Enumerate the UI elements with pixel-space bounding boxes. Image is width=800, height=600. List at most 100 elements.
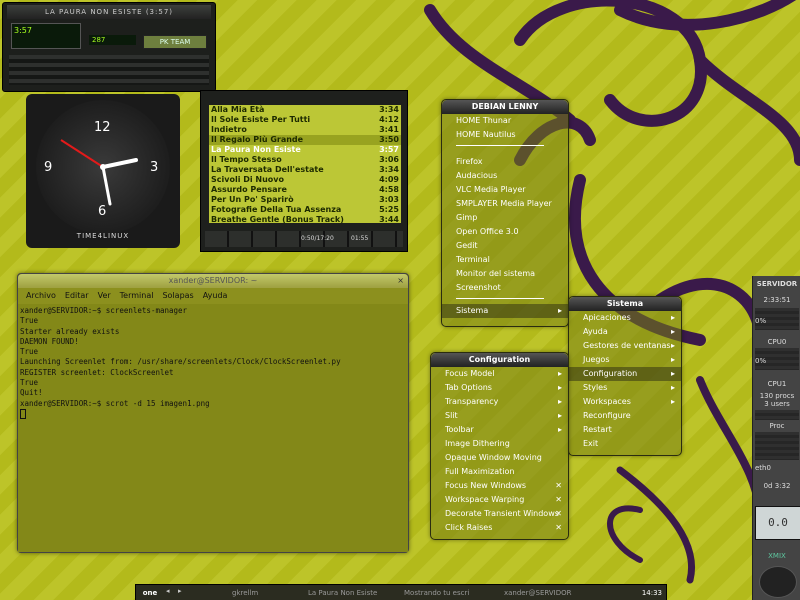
configuration-menu-item[interactable]: Tab Options ▸ xyxy=(431,381,568,395)
terminal-titlebar[interactable]: xander@SERVIDOR: ~ × xyxy=(18,274,408,288)
playlist-track-row[interactable]: Il Regalo Più Grande 3:50 xyxy=(209,135,401,145)
configuration-menu-item[interactable]: Toolbar ▸ xyxy=(431,423,568,437)
debian-root-menu[interactable]: DEBIAN LENNY HOME Thunar HOME Nautilus Fir… xyxy=(441,99,569,327)
debian-menu-item[interactable]: VLC Media Player xyxy=(442,183,568,197)
configuration-menu-item[interactable]: Transparency ▸ xyxy=(431,395,568,409)
track-duration: 4:09 xyxy=(379,175,399,184)
playlist-track-row[interactable]: Alla Mia Età 3:34 xyxy=(209,105,401,115)
audacious-time-display: 3:57 xyxy=(11,23,81,49)
menu-item-label: Focus New Windows xyxy=(445,481,527,490)
sistema-menu-item[interactable]: Apicaciones ▸ xyxy=(569,311,681,325)
menu-item-label: Gimp xyxy=(456,213,478,222)
clock-screenlet[interactable]: 12 3 6 9 TIME4LINUX xyxy=(26,94,180,248)
audacious-equalizer-bars[interactable] xyxy=(9,55,209,85)
playlist-footer-pos: 01:55 xyxy=(351,235,369,242)
sistema-menu-item[interactable]: Juegos ▸ xyxy=(569,353,681,367)
configuration-menu-item[interactable]: Focus Model ▸ xyxy=(431,367,568,381)
playlist-track-row[interactable]: Indietro 3:41 xyxy=(209,125,401,135)
sistema-menu-item[interactable]: Workspaces ▸ xyxy=(569,395,681,409)
gkrellm-cpu0-label: CPU0 xyxy=(767,338,787,346)
terminal-window[interactable]: xander@SERVIDOR: ~ × Archivo Editar Ver Ter… xyxy=(17,273,409,553)
debian-menu-item[interactable]: Gimp xyxy=(442,211,568,225)
taskbar-task-audacious[interactable]: La Paura Non Esiste xyxy=(296,586,386,600)
sistema-menu-item[interactable]: Gestores de ventanas ▸ xyxy=(569,339,681,353)
terminal-line: REGISTER screenlet: ClockScreenlet xyxy=(20,367,174,377)
volume-knob-icon[interactable] xyxy=(759,566,797,598)
configuration-menu-item[interactable]: Opaque Window Moving xyxy=(431,451,568,465)
playlist-controls[interactable]: 0:50/17:20 01:55 xyxy=(205,231,403,247)
debian-menu-item[interactable]: Open Office 3.0 xyxy=(442,225,568,239)
debian-menu-item[interactable]: Audacious xyxy=(442,169,568,183)
terminal-menu-item[interactable]: Ayuda xyxy=(203,288,228,304)
sistema-menu-item[interactable]: Configuration ▸ xyxy=(569,367,681,381)
terminal-menu-item[interactable]: Terminal xyxy=(120,288,154,304)
playlist-track-row[interactable]: Scivoli Di Nuovo 4:09 xyxy=(209,175,401,185)
audacious-title[interactable]: LA PAURA NON ESISTE (3:57) xyxy=(7,5,211,19)
terminal-menu-item[interactable]: Solapas xyxy=(162,288,193,304)
debian-menu-item[interactable]: Terminal xyxy=(442,253,568,267)
configuration-menu-item[interactable]: Workspace Warping ✕ xyxy=(431,493,568,507)
terminal-output[interactable]: xander@SERVIDOR:~$ screenlets-manager Tru… xyxy=(18,304,408,552)
submenu-arrow-icon: ▸ xyxy=(557,397,562,406)
prev-workspace-icon[interactable]: ◂ xyxy=(166,587,170,595)
configuration-menu-item[interactable]: Image Dithering xyxy=(431,437,568,451)
playlist-track-row[interactable]: Il Sole Esiste Per Tutti 4:12 xyxy=(209,115,401,125)
audacious-preset-button[interactable]: PK TEAM xyxy=(143,35,207,49)
debian-menu-item[interactable]: Screenshot xyxy=(442,281,568,295)
next-workspace-icon[interactable]: ▸ xyxy=(178,587,182,595)
track-title: La Paura Non Esiste xyxy=(211,145,301,154)
debian-menu-title: DEBIAN LENNY xyxy=(442,100,568,114)
playlist-track-row[interactable]: Per Un Po' Sparirò 3:03 xyxy=(209,195,401,205)
track-duration: 3:03 xyxy=(379,195,399,204)
configuration-menu-item[interactable]: Slit ▸ xyxy=(431,409,568,423)
configuration-menu-item[interactable]: Focus New Windows ✕ xyxy=(431,479,568,493)
playlist-track-row[interactable]: Assurdo Pensare 4:58 xyxy=(209,185,401,195)
debian-menu-item-sistema[interactable]: Sistema ▸ xyxy=(442,304,568,318)
taskbar-task-gkrellm[interactable]: gkrellm xyxy=(196,586,286,600)
sistema-menu-item[interactable]: Restart xyxy=(569,423,681,437)
configuration-menu-item[interactable]: Click Raises ✕ xyxy=(431,521,568,535)
close-icon[interactable]: × xyxy=(397,274,404,288)
taskbar: one ◂ ▸ gkrellm La Paura Non Esiste Most… xyxy=(135,584,667,600)
track-title: La Traversata Dell'estate xyxy=(211,165,324,174)
terminal-menu-item[interactable]: Editar xyxy=(65,288,89,304)
sistema-menu-item[interactable]: Ayuda ▸ xyxy=(569,325,681,339)
submenu-arrow-icon: ▸ xyxy=(557,383,562,392)
gkrellm-monitor[interactable]: SERVIDOR 2:33:51 0% CPU0 0% CPU1 130 pro… xyxy=(752,276,800,600)
terminal-menu-item[interactable]: Ver xyxy=(98,288,111,304)
sistema-submenu[interactable]: Sistema Apicaciones ▸ Ayuda ▸ Gestores de ve… xyxy=(568,296,682,456)
playlist-track-list[interactable]: Alla Mia Età 3:34 Il Sole Esiste Per Tutti… xyxy=(209,105,401,225)
menu-item-label: Restart xyxy=(583,425,612,434)
gkrellm-host: SERVIDOR xyxy=(756,280,798,288)
playlist-track-row[interactable]: Breathe Gentle (Bonus Track) 3:44 xyxy=(209,215,401,225)
debian-menu-item[interactable]: Monitor del sistema xyxy=(442,267,568,281)
sistema-menu-item[interactable]: Styles ▸ xyxy=(569,381,681,395)
debian-menu-item[interactable]: HOME Thunar xyxy=(442,114,568,128)
terminal-menu-item[interactable]: Archivo xyxy=(26,288,56,304)
playlist-track-row[interactable]: Il Tempo Stesso 3:06 xyxy=(209,155,401,165)
audacious-main-window[interactable]: LA PAURA NON ESISTE (3:57) 3:57 287 PK T… xyxy=(2,2,216,92)
configuration-menu-item[interactable]: Full Maximization xyxy=(431,465,568,479)
configuration-submenu[interactable]: Configuration Focus Model ▸ Tab Options ▸ Tr… xyxy=(430,352,569,540)
menu-item-label: Terminal xyxy=(456,255,490,264)
sistema-menu-item[interactable]: Reconfigure xyxy=(569,409,681,423)
taskbar-task-terminal[interactable]: xander@SERVIDOR xyxy=(492,586,592,600)
playlist-track-row[interactable]: La Traversata Dell'estate 3:34 xyxy=(209,165,401,175)
audacious-playlist-window[interactable]: Alla Mia Età 3:34 Il Sole Esiste Per Tutti… xyxy=(200,90,408,252)
terminal-line: True xyxy=(20,347,39,357)
configuration-menu-item[interactable]: Decorate Transient Windows ✕ xyxy=(431,507,568,521)
checkmark-icon: ✕ xyxy=(555,509,562,518)
debian-menu-item[interactable]: HOME Nautilus xyxy=(442,128,568,142)
debian-menu-item[interactable]: Firefox xyxy=(442,155,568,169)
sistema-menu-item[interactable]: Exit xyxy=(569,437,681,451)
debian-menu-item[interactable]: SMPLAYER Media Player xyxy=(442,197,568,211)
playlist-track-row[interactable]: Fotografie Della Tua Assenza 5:25 xyxy=(209,205,401,215)
gkrellm-time: 2:33:51 xyxy=(763,296,791,304)
playlist-track-row[interactable]: La Paura Non Esiste 3:57 xyxy=(209,145,401,155)
track-duration: 3:34 xyxy=(379,105,399,114)
workspace-name[interactable]: one xyxy=(138,586,162,600)
menu-item-label: Gedit xyxy=(456,241,478,250)
debian-menu-item[interactable]: Gedit xyxy=(442,239,568,253)
taskbar-task-browser[interactable]: Mostrando tu escri xyxy=(392,586,492,600)
menu-item-label: Audacious xyxy=(456,171,498,180)
